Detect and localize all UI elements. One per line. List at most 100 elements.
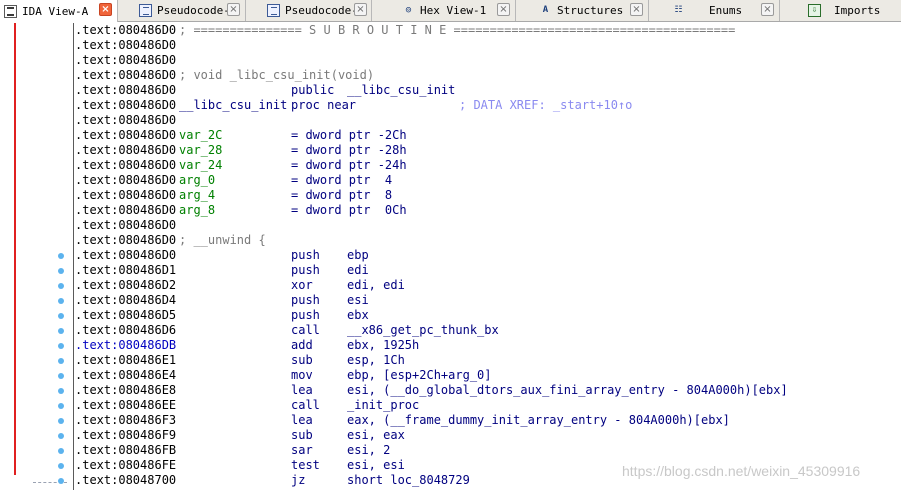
breakpoint-dot[interactable]	[58, 403, 64, 409]
listing-line[interactable]: .text:080486D6 call __x86_get_pc_thunk_bx	[75, 323, 901, 338]
listing-line[interactable]: .text:080486DB add ebx, 1925h	[75, 338, 901, 353]
listing-line[interactable]: .text:080486E8 lea esi, (__do_global_dtors…	[75, 383, 901, 398]
line-address: .text:080486EE	[75, 398, 177, 412]
tab-label: Enums	[709, 4, 743, 17]
line-address: .text:080486D0	[75, 38, 177, 52]
instruction-mnemonic: xor	[291, 278, 313, 292]
listing-line[interactable]: .text:080486D0 var_24 = dword ptr -24h	[75, 158, 901, 173]
listing-line[interactable]: .text:080486D0 arg_4 = dword ptr 8	[75, 188, 901, 203]
instruction-mnemonic: push	[291, 293, 320, 307]
line-address: .text:080486D0	[75, 158, 177, 172]
listing-line[interactable]: .text:080486D1 push edi	[75, 263, 901, 278]
breakpoint-dot[interactable]	[58, 478, 64, 484]
listing-line[interactable]: .text:080486D5 push ebx	[75, 308, 901, 323]
line-address: .text:080486D0	[75, 113, 177, 127]
line-address: .text:080486D1	[75, 263, 177, 277]
listing-line[interactable]: .text:080486D0 push ebp	[75, 248, 901, 263]
breakpoint-dot[interactable]	[58, 433, 64, 439]
instruction-operand: esi, 2	[347, 443, 391, 457]
line-comment: ; void _libc_csu_init(void)	[179, 68, 375, 82]
listing-line[interactable]: .text:080486FB sar esi, 2	[75, 443, 901, 458]
listing-line[interactable]: .text:080486D4 push esi	[75, 293, 901, 308]
tab-bar: IDA View-A × Pseudocode-B × Pseudocode-A…	[0, 0, 901, 22]
listing-line[interactable]: .text:080486D0 arg_8 = dword ptr 0Ch	[75, 203, 901, 218]
breakpoint-dot[interactable]	[58, 283, 64, 289]
close-icon[interactable]: ×	[497, 3, 510, 16]
close-icon[interactable]: ×	[99, 3, 112, 16]
tab-structures[interactable]: A Structures ×	[516, 0, 649, 21]
stack-variable: arg_4	[179, 188, 216, 202]
listing-line[interactable]: .text:080486E1 sub esp, 1Ch	[75, 353, 901, 368]
xref-comment: ; DATA XREF: _start+10↑o	[459, 98, 633, 112]
instruction-mnemonic: test	[291, 458, 320, 472]
line-address: .text:080486D0	[75, 143, 177, 157]
instruction-operand: esp, 1Ch	[347, 353, 405, 367]
listing-line[interactable]: .text:080486D0; =============== S U B R …	[75, 23, 901, 38]
tab-imports[interactable]: ⇩ Imports	[780, 0, 901, 21]
listing-line[interactable]: .text:080486D0	[75, 218, 901, 233]
line-address: .text:080486D0	[75, 23, 177, 37]
listing-line[interactable]: .text:080486D0	[75, 38, 901, 53]
breakpoint-dot[interactable]	[58, 328, 64, 334]
listing-line[interactable]: .text:080486EE call _init_proc	[75, 398, 901, 413]
tab-label: Structures	[557, 4, 624, 17]
function-name: __libc_csu_init	[179, 98, 288, 112]
breakpoint-dot[interactable]	[58, 388, 64, 394]
close-icon[interactable]: ×	[227, 3, 240, 16]
listing-line[interactable]: .text:080486D0 var_28 = dword ptr -28h	[75, 143, 901, 158]
listing-line[interactable]: .text:080486D0	[75, 113, 901, 128]
listing-line[interactable]: .text:080486D0; __unwind {	[75, 233, 901, 248]
instruction-mnemonic: push	[291, 308, 320, 322]
listing-line[interactable]: .text:080486E4 mov ebp, [esp+2Ch+arg_0]	[75, 368, 901, 383]
instruction-mnemonic: call	[291, 398, 320, 412]
close-icon[interactable]: ×	[354, 3, 367, 16]
listing-line[interactable]: .text:080486D0 __libc_csu_init proc near ; …	[75, 98, 901, 113]
close-icon[interactable]: ×	[630, 3, 643, 16]
stack-variable: var_28	[179, 143, 223, 157]
breakpoint-dot[interactable]	[58, 343, 64, 349]
breakpoint-dot[interactable]	[58, 373, 64, 379]
breakpoint-dot[interactable]	[58, 313, 64, 319]
instruction-mnemonic: sar	[291, 443, 313, 457]
instruction-operand: __libc_csu_init	[347, 83, 456, 97]
instruction-mnemonic: = dword ptr 0Ch	[291, 203, 407, 217]
tab-pseudocode-a[interactable]: Pseudocode-A ×	[246, 0, 372, 21]
listing-line[interactable]: .text:080486D0 var_2C = dword ptr -2Ch	[75, 128, 901, 143]
listing-line[interactable]: .text:080486D0 public __libc_csu_init	[75, 83, 901, 98]
breakpoint-dot[interactable]	[58, 448, 64, 454]
instruction-mnemonic: = dword ptr -24h	[291, 158, 407, 172]
line-address: .text:080486F3	[75, 413, 177, 427]
tab-pseudocode-b[interactable]: Pseudocode-B ×	[118, 0, 246, 21]
enums-icon: ☷	[674, 5, 683, 15]
listing-line[interactable]: .text:080486D2 xor edi, edi	[75, 278, 901, 293]
instruction-operand: short loc_8048729	[347, 473, 470, 487]
instruction-mnemonic: jz	[291, 473, 306, 487]
instruction-mnemonic: push	[291, 248, 320, 262]
line-address: .text:080486D2	[75, 278, 177, 292]
tab-hex-view-1[interactable]: ◎ Hex View-1 ×	[372, 0, 516, 21]
breakpoint-dot[interactable]	[58, 268, 64, 274]
tab-enums[interactable]: ☷ Enums ×	[649, 0, 780, 21]
listing-line[interactable]: .text:080486F3 lea eax, (__frame_dummy_ini…	[75, 413, 901, 428]
hex-view-icon: ◎	[405, 5, 412, 15]
listing-line[interactable]: .text:080486D0 arg_0 = dword ptr 4	[75, 173, 901, 188]
instruction-mnemonic: sub	[291, 353, 313, 367]
breakpoint-dot[interactable]	[58, 418, 64, 424]
listing-line[interactable]: .text:080486F9 sub esi, eax	[75, 428, 901, 443]
instruction-operand: __x86_get_pc_thunk_bx	[347, 323, 499, 337]
instruction-mnemonic: = dword ptr 8	[291, 188, 393, 202]
close-icon[interactable]: ×	[761, 3, 774, 16]
instruction-mnemonic: sub	[291, 428, 313, 442]
instruction-mnemonic: push	[291, 263, 320, 277]
breakpoint-dot[interactable]	[58, 253, 64, 259]
instruction-operand: ebp, [esp+2Ch+arg_0]	[347, 368, 492, 382]
breakpoint-dot[interactable]	[58, 358, 64, 364]
instruction-operand: esi, (__do_global_dtors_aux_fini_array_e…	[347, 383, 788, 397]
line-address: .text:080486D0	[75, 188, 177, 202]
disassembly-listing[interactable]: .text:080486D0; =============== S U B R …	[75, 23, 901, 488]
listing-line[interactable]: .text:080486D0	[75, 53, 901, 68]
listing-line[interactable]: .text:080486D0; void _libc_csu_init(void…	[75, 68, 901, 83]
breakpoint-dot[interactable]	[58, 463, 64, 469]
breakpoint-dot[interactable]	[58, 298, 64, 304]
tab-ida-view-a[interactable]: IDA View-A ×	[0, 0, 118, 22]
